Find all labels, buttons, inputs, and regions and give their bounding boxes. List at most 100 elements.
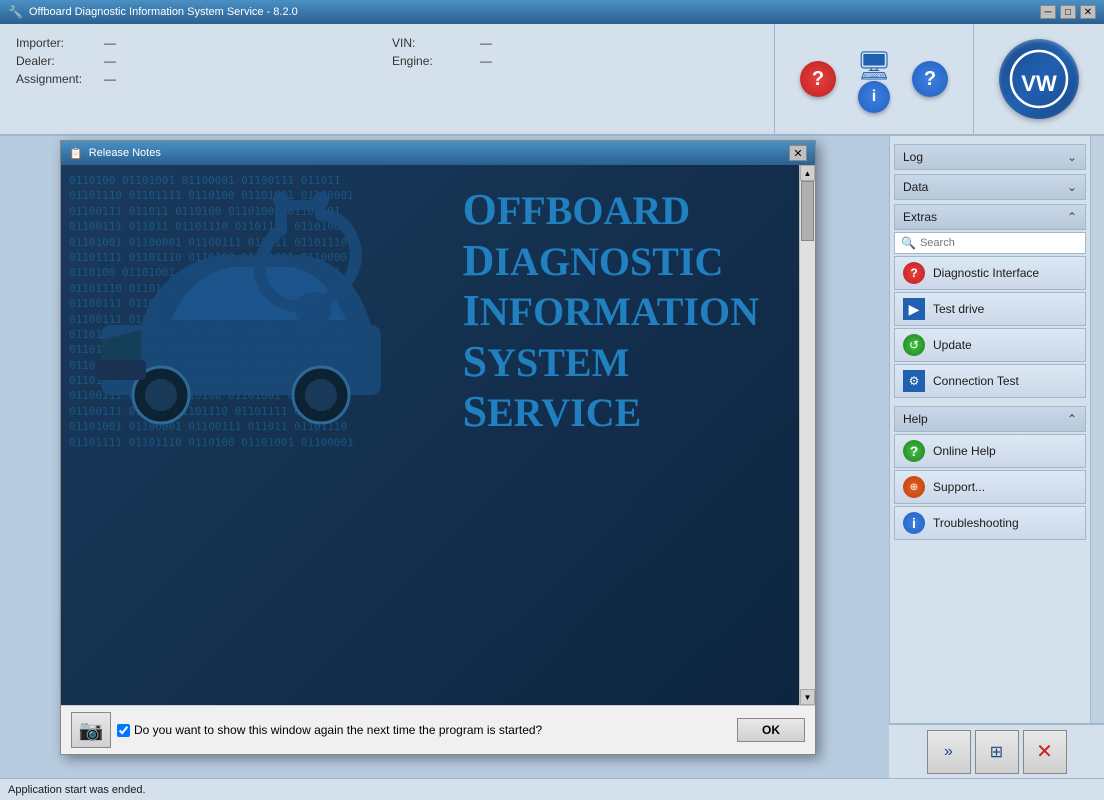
update-icon: ↺	[903, 334, 925, 356]
sidebar-item-connection-test[interactable]: ⚙ Connection Test	[894, 364, 1086, 398]
vw-logo-area: VW	[974, 24, 1104, 134]
forward-icon: »	[944, 743, 953, 761]
window-title: Offboard Diagnostic Information System S…	[29, 6, 298, 18]
data-chevron-icon: ⌄	[1067, 180, 1077, 194]
grid-button[interactable]: ⊞	[975, 730, 1019, 774]
vin-row: VIN: —	[392, 36, 758, 50]
engine-value: —	[480, 54, 492, 68]
help-chevron-icon: ⌃	[1067, 412, 1077, 426]
sidebar-scrollbar[interactable]	[1090, 136, 1104, 778]
car-illustration	[81, 185, 421, 505]
release-notes-modal: 📋 Release Notes ✕ 0110100 01101001 01100…	[60, 140, 816, 755]
status-bar: Application start was ended.	[0, 778, 1104, 800]
log-chevron-icon: ⌄	[1067, 150, 1077, 164]
scrollbar-track	[800, 181, 815, 689]
search-input[interactable]	[920, 237, 1079, 249]
odis-line3: INFORMATION	[463, 289, 759, 334]
show-again-checkbox-label[interactable]: Do you want to show this window again th…	[117, 723, 542, 737]
update-label: Update	[933, 338, 972, 352]
diagnostic-interface-icon: ?	[903, 262, 925, 284]
main-area: 📋 Release Notes ✕ 0110100 01101001 01100…	[0, 136, 1104, 778]
search-icon: 🔍	[901, 236, 916, 250]
data-section-title: Data	[903, 180, 928, 194]
close-icon: ✕	[1036, 739, 1053, 764]
modal-scrollbar[interactable]: ▲ ▼	[799, 165, 815, 705]
network-button[interactable]: 🖥	[852, 49, 896, 81]
odis-splash-image: 0110100 01101001 01100001 01100111 01101…	[61, 165, 799, 705]
checkbox-text: Do you want to show this window again th…	[134, 723, 542, 737]
importer-label: Importer:	[16, 36, 96, 50]
svg-text:VW: VW	[1021, 71, 1057, 96]
online-help-label: Online Help	[933, 444, 996, 458]
scrollbar-thumb[interactable]	[801, 181, 814, 241]
question-button[interactable]: ?	[908, 57, 952, 101]
right-info-block: VIN: — Engine: —	[388, 32, 762, 126]
modal-titlebar: 📋 Release Notes ✕	[61, 141, 815, 165]
maximize-button[interactable]: □	[1060, 5, 1076, 19]
support-label: Support...	[933, 480, 985, 494]
sidebar-extras-header[interactable]: Extras ⌃	[894, 204, 1086, 230]
modal-close-button[interactable]: ✕	[789, 145, 807, 161]
title-bar-left: 🔧 Offboard Diagnostic Information System…	[8, 5, 298, 19]
modal-footer-left: 📷 Do you want to show this window again …	[71, 712, 542, 748]
vw-logo-svg: VW	[1009, 49, 1069, 109]
odis-line1: OFFBOARD	[463, 188, 691, 233]
sidebar-bottom-toolbar: » ⊞ ✕	[889, 723, 1104, 778]
sidebar-help-header[interactable]: Help ⌃	[894, 406, 1086, 432]
scrollbar-down-button[interactable]: ▼	[800, 689, 815, 705]
scrollbar-up-button[interactable]: ▲	[800, 165, 815, 181]
info-icon: i	[858, 81, 890, 113]
support-icon: ⊕	[903, 476, 925, 498]
sidebar-search-box[interactable]: 🔍	[894, 232, 1086, 254]
odis-line5: SERVICE	[463, 390, 642, 435]
show-again-checkbox[interactable]	[117, 724, 130, 737]
header-info: Importer: — Dealer: — Assignment: — VIN:…	[0, 24, 774, 134]
modal-title-text: Release Notes	[89, 147, 161, 159]
sidebar-item-diagnostic-interface[interactable]: ? Diagnostic Interface	[894, 256, 1086, 290]
title-bar: 🔧 Offboard Diagnostic Information System…	[0, 0, 1104, 24]
status-text: Application start was ended.	[8, 784, 146, 796]
assignment-value: —	[104, 72, 116, 86]
dealer-label: Dealer:	[16, 54, 96, 68]
troubleshooting-label: Troubleshooting	[933, 516, 1019, 530]
assignment-row: Assignment: —	[16, 72, 382, 86]
sidebar-data-header[interactable]: Data ⌄	[894, 174, 1086, 200]
right-sidebar: Log ⌄ Data ⌄ Extras ⌃ 🔍 ? Diagnostic I	[889, 136, 1104, 778]
vw-logo: VW	[999, 39, 1079, 119]
vin-value: —	[480, 36, 492, 50]
sidebar-item-support[interactable]: ⊕ Support...	[894, 470, 1086, 504]
computer-icon: 🖥	[854, 45, 894, 85]
assignment-label: Assignment:	[16, 72, 96, 86]
sidebar-item-test-drive[interactable]: ▶ Test drive	[894, 292, 1086, 326]
log-section-title: Log	[903, 150, 923, 164]
modal-content: 0110100 01101001 01100001 01100111 01101…	[61, 165, 815, 705]
dealer-value: —	[104, 54, 116, 68]
modal-title-icon: 📋	[69, 147, 83, 160]
sidebar-content: Log ⌄ Data ⌄ Extras ⌃ 🔍 ? Diagnostic I	[890, 136, 1104, 778]
sidebar-item-update[interactable]: ↺ Update	[894, 328, 1086, 362]
sidebar-item-online-help[interactable]: ? Online Help	[894, 434, 1086, 468]
connection-test-label: Connection Test	[933, 374, 1019, 388]
close-app-button[interactable]: ✕	[1023, 730, 1067, 774]
extras-section-title: Extras	[903, 210, 937, 224]
forward-button[interactable]: »	[927, 730, 971, 774]
engine-row: Engine: —	[392, 54, 758, 68]
sidebar-log-header[interactable]: Log ⌄	[894, 144, 1086, 170]
question-red-icon: ?	[800, 61, 836, 97]
header: Importer: — Dealer: — Assignment: — VIN:…	[0, 24, 1104, 136]
dealer-row: Dealer: —	[16, 54, 382, 68]
odis-line4: SYSTEM	[463, 340, 630, 385]
info-button[interactable]: i	[852, 85, 896, 109]
ok-button[interactable]: OK	[737, 718, 805, 742]
minimize-button[interactable]: ─	[1040, 5, 1056, 19]
close-window-button[interactable]: ✕	[1080, 5, 1096, 19]
sidebar-item-troubleshooting[interactable]: i Troubleshooting	[894, 506, 1086, 540]
online-help-icon: ?	[903, 440, 925, 462]
modal-footer: 📷 Do you want to show this window again …	[61, 705, 815, 754]
grid-icon: ⊞	[990, 742, 1003, 762]
odis-line2: DIAGNOSTIC	[463, 239, 724, 284]
odis-title: OFFBOARD DIAGNOSTIC INFORMATION SYSTEM S…	[463, 185, 759, 438]
test-drive-label: Test drive	[933, 302, 984, 316]
help-button[interactable]: ?	[796, 57, 840, 101]
screenshot-button[interactable]: 📷	[71, 712, 111, 748]
